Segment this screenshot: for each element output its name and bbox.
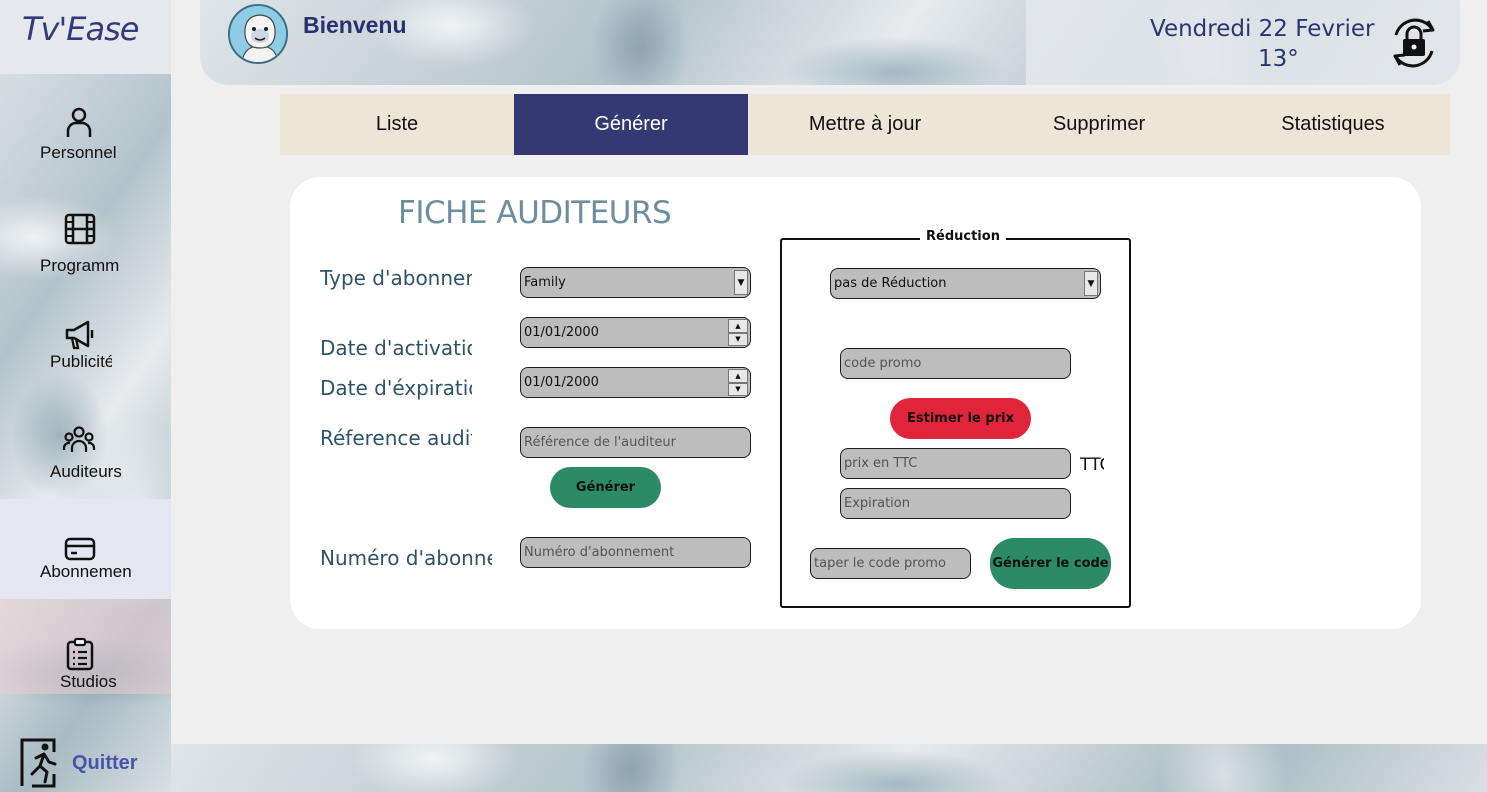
expiration-input[interactable]: Expiration [840,488,1071,519]
label-date-activation: Date d'activatio [320,336,472,360]
tab-generer[interactable]: Générer [514,94,748,155]
reduction-select-value: pas de Réduction [834,276,947,291]
label-date-expiration: Date d'éxpiratic [320,376,472,400]
tab-statistiques[interactable]: Statistiques [1216,94,1450,155]
header: Bienvenu Vendredi 22 Fevrier 2 13° [200,0,1460,85]
dropdown-arrow-icon[interactable]: ▼ [1084,271,1098,296]
film-icon [64,213,96,245]
type-abonnement-value: Family [524,275,566,290]
dropdown-arrow-icon[interactable]: ▼ [734,270,748,295]
sidebar-item-label: Abonnemen [40,562,132,581]
taper-code-promo-input[interactable]: taper le code promo [810,548,971,579]
date-expiration-value: 01/01/2000 [524,375,599,390]
sidebar-item-programmes[interactable]: Programm [0,184,171,284]
quit-button[interactable]: Quitter [0,720,171,792]
generer-button[interactable]: Générer [550,467,661,508]
sidebar-item-publicite[interactable]: Publicité [0,294,171,394]
generer-code-button[interactable]: Générer le code [990,538,1111,589]
sidebar-item-studios[interactable]: Studios [0,599,171,694]
sidebar-item-label: Auditeurs [50,462,122,481]
label-reference-auditeur: Réference audit [320,426,472,450]
sidebar-item-label: Programm [40,256,120,275]
temperature-text: 13° [1258,46,1299,72]
reduction-select[interactable]: pas de Réduction ▼ [830,268,1101,299]
date-spinner[interactable]: ▲ ▼ [728,369,748,396]
spin-down-icon[interactable]: ▼ [728,332,748,346]
date-activation-value: 01/01/2000 [524,325,599,340]
tab-mettre-a-jour[interactable]: Mettre à jour [748,94,982,155]
date-expiration-field[interactable]: 01/01/2000 ▲ ▼ [520,367,751,398]
app-name: Tv'Ease [22,10,139,48]
estimer-prix-button[interactable]: Estimer le prix [890,398,1031,439]
users-icon [62,426,96,452]
date-text: Vendredi 22 Fevrier 2 [1150,16,1382,42]
sidebar-item-personnel[interactable]: Personnel [0,74,171,174]
yeti-avatar-icon [230,6,286,62]
spin-up-icon[interactable]: ▲ [728,369,748,383]
reduction-legend: Réduction [920,229,1006,244]
reference-auditeur-input[interactable]: Référence de l'auditeur [520,427,751,458]
label-type-abonnement: Type d'abonner [320,266,472,290]
prix-ttc-input[interactable]: prix en TTC [840,448,1071,479]
spin-down-icon[interactable]: ▼ [728,382,748,396]
footer-strip [171,744,1487,792]
welcome-text: Bienvenu [303,12,407,38]
tab-bar: Liste Générer Mettre à jour Supprimer St… [280,94,1450,155]
person-icon [66,107,92,137]
page-title: FICHE AUDITEURS [398,195,672,231]
megaphone-icon [65,320,94,350]
sidebar-item-label: Publicité [50,352,112,371]
date-activation-field[interactable]: 01/01/2000 ▲ ▼ [520,317,751,348]
quit-label: Quitter [72,752,138,774]
sidebar-item-label: Studios [60,672,117,691]
sidebar-item-abonnements[interactable]: Abonnemen [0,499,171,599]
sidebar: Tv'Ease Personnel Programm Publicité Aud… [0,0,171,792]
reduction-group: Réduction pas de Réduction ▼ code promo … [780,229,1131,608]
tab-supprimer[interactable]: Supprimer [982,94,1216,155]
spin-up-icon[interactable]: ▲ [728,319,748,333]
numero-abonnement-input[interactable]: Numéro d'abonnement [520,537,751,568]
code-promo-input[interactable]: code promo [840,348,1071,379]
date-spinner[interactable]: ▲ ▼ [728,319,748,346]
lock-refresh-icon[interactable] [1388,15,1440,71]
app-logo: Tv'Ease [0,0,171,74]
tab-liste[interactable]: Liste [280,94,514,155]
exit-icon [20,738,57,788]
form-card: FICHE AUDITEURS Type d'abonner Date d'ac… [290,177,1421,629]
clipboard-icon [66,637,94,671]
sidebar-item-auditeurs[interactable]: Auditeurs [0,404,171,504]
type-abonnement-select[interactable]: Family ▼ [520,267,751,298]
avatar[interactable] [228,4,288,64]
label-numero-abonnement: Numéro d'abonne [320,546,492,570]
sidebar-item-label: Personnel [40,143,117,162]
ttc-label: TTC [1080,455,1104,475]
